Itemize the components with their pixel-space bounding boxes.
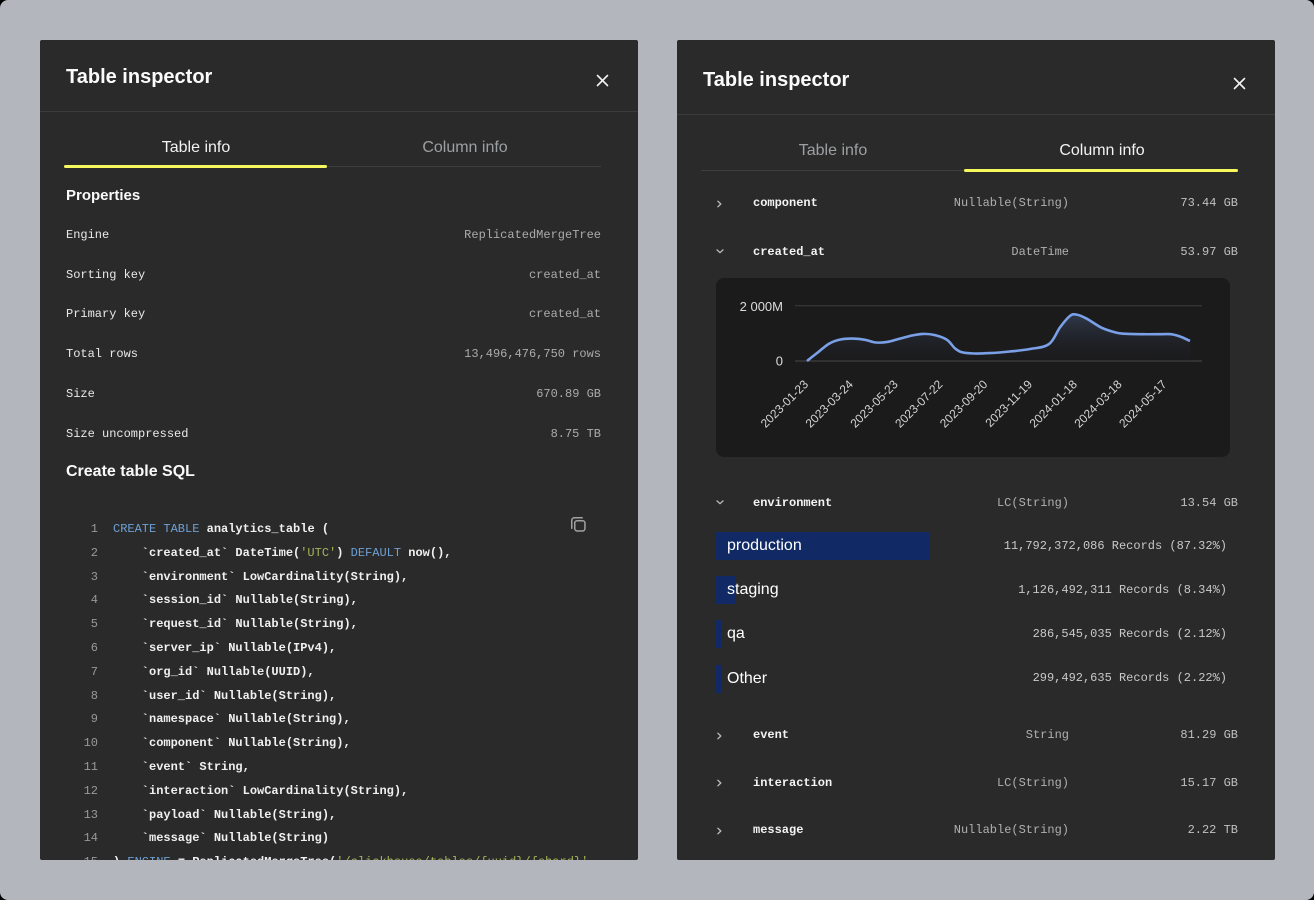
svg-text:2023-09-20: 2023-09-20 [937, 377, 991, 431]
svg-text:2 000M: 2 000M [740, 299, 783, 314]
svg-text:0: 0 [776, 354, 783, 369]
svg-text:2024-05-17: 2024-05-17 [1116, 377, 1170, 431]
